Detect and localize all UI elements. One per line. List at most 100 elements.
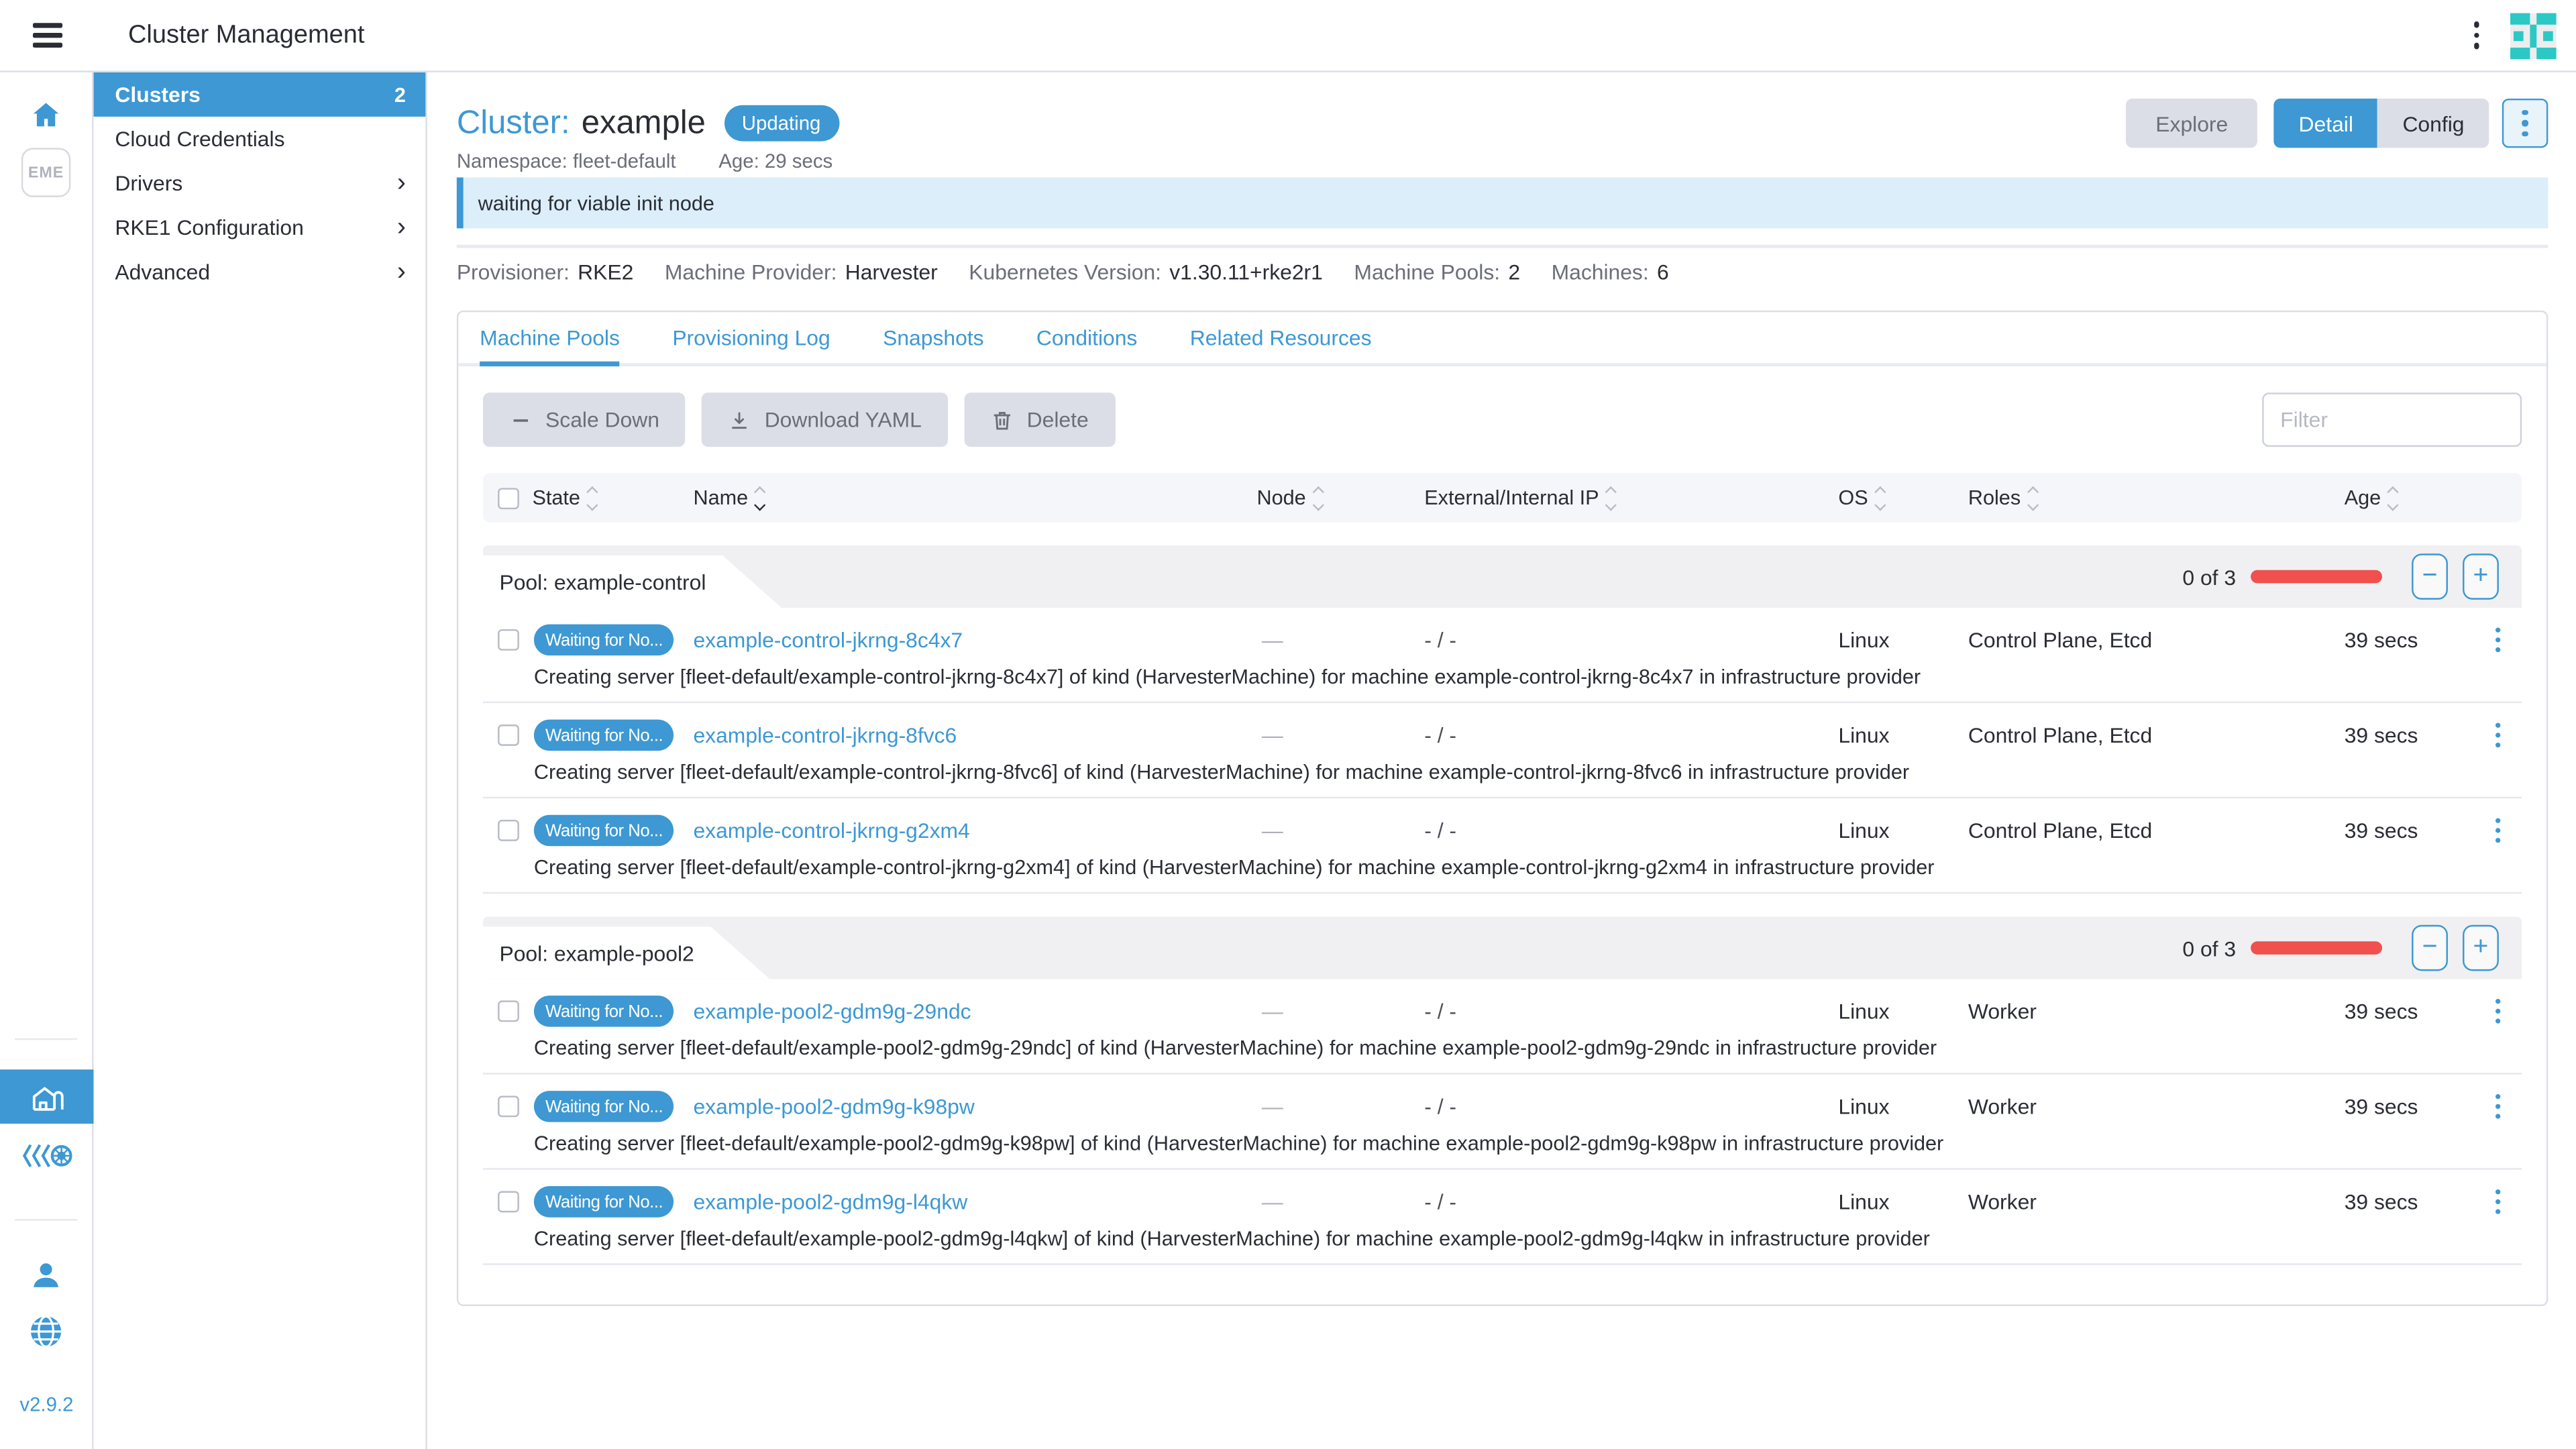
version-label[interactable]: v2.9.2	[19, 1393, 73, 1416]
tab-conditions[interactable]: Conditions	[1036, 312, 1137, 363]
config-button[interactable]: Config	[2378, 99, 2489, 148]
row-actions-menu-icon[interactable]	[2495, 999, 2500, 1024]
column-header-age[interactable]: Age	[2345, 486, 2474, 509]
info-machine-provider: Machine Provider:Harvester	[665, 260, 938, 284]
download-yaml-button[interactable]: Download YAML	[702, 392, 948, 447]
machine-name-link[interactable]: example-pool2-gdm9g-29ndc	[693, 999, 1256, 1024]
machine-name-link[interactable]: example-pool2-gdm9g-l4qkw	[693, 1189, 1256, 1214]
overflow-menu-icon[interactable]	[2473, 21, 2479, 48]
machine-name-link[interactable]: example-control-jkrng-8c4x7	[693, 628, 1256, 653]
delete-button[interactable]: Delete	[965, 392, 1115, 447]
machine-ip: - / -	[1424, 818, 1838, 843]
caret-down-icon	[1605, 498, 1617, 510]
machine-name-link[interactable]: example-pool2-gdm9g-k98pw	[693, 1094, 1256, 1119]
row-checkbox[interactable]	[498, 1191, 519, 1213]
sort-carets	[1314, 487, 1322, 508]
sort-carets	[2029, 487, 2037, 508]
sidebar-item-cloud-credentials[interactable]: Cloud Credentials	[94, 117, 426, 161]
main-content: Cluster: example Updating Explore Detail…	[427, 72, 2576, 1449]
info-machine-pools: Machine Pools:2	[1354, 260, 1520, 284]
column-header-os[interactable]: OS	[1838, 486, 1968, 509]
info-label: Machine Pools:	[1354, 260, 1500, 284]
cluster-info-row: Provisioner: RKE2 Machine Provider:Harvest…	[457, 260, 1669, 284]
column-header-external-internal-ip[interactable]: External/Internal IP	[1424, 486, 1838, 509]
fleet-icon[interactable]	[19, 1142, 72, 1178]
machine-status-description: Creating server [fleet-default/example-p…	[534, 1036, 2520, 1059]
rancher-logo-icon	[2510, 12, 2557, 58]
column-header-state[interactable]: State	[532, 486, 693, 509]
machine-os: Linux	[1838, 999, 1968, 1024]
row-checkbox[interactable]	[498, 629, 519, 651]
pool-scale-down-button[interactable]: −	[2412, 925, 2448, 971]
tab-machine-pools[interactable]: Machine Pools	[480, 312, 620, 363]
column-header-node[interactable]: Node	[1256, 486, 1424, 509]
machine-roles: Control Plane, Etcd	[1968, 818, 2345, 843]
machine-roles: Control Plane, Etcd	[1968, 723, 2345, 748]
pool-label-tab: Pool: example-pool2	[483, 926, 769, 979]
machine-os: Linux	[1838, 818, 1968, 843]
machine-name-link[interactable]: example-control-jkrng-g2xm4	[693, 818, 1256, 843]
harvester-icon[interactable]	[0, 1069, 94, 1124]
sidebar-item-drivers[interactable]: Drivers›	[94, 161, 426, 205]
page-title: Cluster Management	[128, 21, 364, 50]
row-actions-menu-icon[interactable]	[2495, 1094, 2500, 1119]
table-header: StateNameNodeExternal/Internal IP OS Roles…	[483, 473, 2522, 522]
table-toolbar: Scale Down Download YAML Delete	[483, 392, 2522, 447]
caret-up-icon	[755, 486, 766, 497]
tab-related-resources[interactable]: Related Resources	[1190, 312, 1372, 363]
sidebar-item-label: Cloud Credentials	[115, 127, 284, 152]
tab-provisioning-log[interactable]: Provisioning Log	[672, 312, 830, 363]
filter-input[interactable]	[2262, 392, 2522, 447]
machine-age: 39 secs	[2345, 999, 2474, 1024]
machine-name-link[interactable]: example-control-jkrng-8fvc6	[693, 723, 1256, 748]
row-actions-menu-icon[interactable]	[2495, 628, 2500, 653]
pool-scale-count: 0 of 3	[2182, 936, 2236, 961]
info-label: Provisioner:	[457, 260, 570, 284]
column-header-label: External/Internal IP	[1424, 486, 1599, 509]
row-actions-menu-icon[interactable]	[2495, 818, 2500, 843]
pool-group-row: Pool: example-pool2 0 of 3 −+	[483, 917, 2522, 979]
pool-scale-down-button[interactable]: −	[2412, 553, 2448, 600]
app-root: Cluster Management EME	[0, 0, 2576, 1449]
detail-button[interactable]: Detail	[2274, 99, 2378, 148]
pool-scale-up-button[interactable]: +	[2463, 925, 2499, 971]
sidebar-item-advanced[interactable]: Advanced›	[94, 250, 426, 294]
sort-carets	[588, 487, 596, 508]
row-checkbox[interactable]	[498, 820, 519, 841]
row-checkbox[interactable]	[498, 1095, 519, 1117]
top-bar: Cluster Management	[0, 0, 2576, 72]
top-bar-right	[2473, 12, 2557, 58]
scale-down-button[interactable]: Scale Down	[483, 392, 686, 447]
eme-cluster-icon[interactable]: EME	[21, 148, 70, 197]
chevron-right-icon: ›	[397, 172, 406, 195]
globe-icon[interactable]	[27, 1313, 64, 1359]
info-value: RKE2	[578, 260, 633, 284]
machine-ip: - / -	[1424, 628, 1838, 653]
cluster-actions-menu-button[interactable]	[2502, 99, 2548, 148]
tab-snapshots[interactable]: Snapshots	[883, 312, 983, 363]
info-label: Kubernetes Version:	[969, 260, 1161, 284]
column-header-roles[interactable]: Roles	[1968, 486, 2345, 509]
home-icon[interactable]	[30, 99, 62, 140]
sidebar-item-rke1-configuration[interactable]: RKE1 Configuration›	[94, 205, 426, 250]
menu-icon[interactable]	[33, 23, 62, 48]
machine-ip: - / -	[1424, 723, 1838, 748]
column-header-label: OS	[1838, 486, 1868, 509]
pool-scale-up-button[interactable]: +	[2463, 553, 2499, 600]
rail-divider	[15, 1219, 77, 1220]
chevron-right-icon: ›	[397, 260, 406, 283]
machine-roles: Control Plane, Etcd	[1968, 628, 2345, 653]
info-value: 6	[1657, 260, 1669, 284]
caret-up-icon	[2387, 486, 2399, 497]
machine-roles: Worker	[1968, 1189, 2345, 1214]
machine-status-description: Creating server [fleet-default/example-p…	[534, 1132, 2520, 1155]
explore-button[interactable]: Explore	[2126, 99, 2257, 148]
select-all-checkbox[interactable]	[498, 487, 519, 508]
row-actions-menu-icon[interactable]	[2495, 723, 2500, 748]
row-checkbox[interactable]	[498, 724, 519, 746]
column-header-name[interactable]: Name	[693, 486, 1256, 509]
row-actions-menu-icon[interactable]	[2495, 1189, 2500, 1214]
sidebar-item-clusters[interactable]: Clusters2	[94, 72, 426, 117]
user-icon[interactable]	[29, 1258, 63, 1301]
row-checkbox[interactable]	[498, 1000, 519, 1022]
